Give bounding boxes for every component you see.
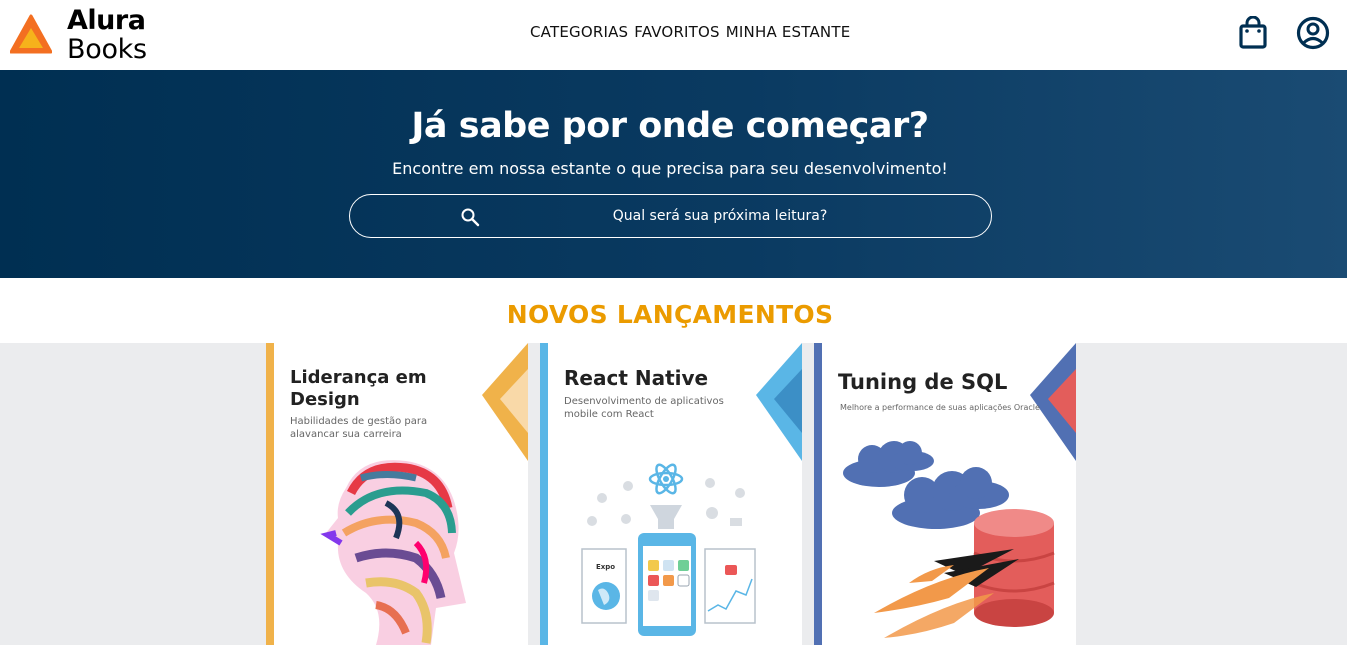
alura-logo-icon <box>10 14 52 54</box>
user-profile-icon[interactable] <box>1296 16 1330 50</box>
main-nav: CATEGORIAS FAVORITOS MINHA ESTANTE <box>530 23 850 41</box>
hero-banner: Já sabe por onde começar? Encontre em no… <box>0 70 1347 278</box>
nav-favoritos[interactable]: FAVORITOS <box>634 23 720 41</box>
nav-minha-estante[interactable]: MINHA ESTANTE <box>726 23 851 41</box>
database-clouds-illustration <box>843 441 1055 638</box>
site-header: Alura Books CATEGORIAS FAVORITOS MINHA E… <box>0 0 1347 70</box>
expo-badge: Expo <box>596 563 615 571</box>
search-icon <box>461 208 480 227</box>
book-card-tuning-sql[interactable]: Tuning de SQL Melhore a performance de s… <box>814 343 1076 645</box>
react-native-app-illustration: Expo <box>581 463 756 636</box>
section-title-new-releases: NOVOS LANÇAMENTOS <box>506 300 834 329</box>
hero-title: Já sabe por onde começar? <box>411 106 929 146</box>
hero-subtitle: Encontre em nossa estante o que precisa … <box>392 159 948 178</box>
search-bar[interactable] <box>349 194 992 238</box>
brand-name-line1: Alura <box>67 5 146 36</box>
nav-categorias[interactable]: CATEGORIAS <box>530 23 628 41</box>
book-shelf: Liderança em Design Habilidades de gestã… <box>0 343 1347 645</box>
search-input[interactable] <box>500 203 940 229</box>
colorful-head-illustration <box>320 460 466 645</box>
brand-name-line2: Books <box>67 34 147 65</box>
book-card-lideranca[interactable]: Liderança em Design Habilidades de gestã… <box>266 343 528 645</box>
shopping-bag-icon[interactable] <box>1236 16 1270 50</box>
book-card-react-native[interactable]: React Native Desenvolvimento de aplicati… <box>540 343 802 645</box>
brand-logo[interactable]: Alura Books <box>10 4 147 66</box>
